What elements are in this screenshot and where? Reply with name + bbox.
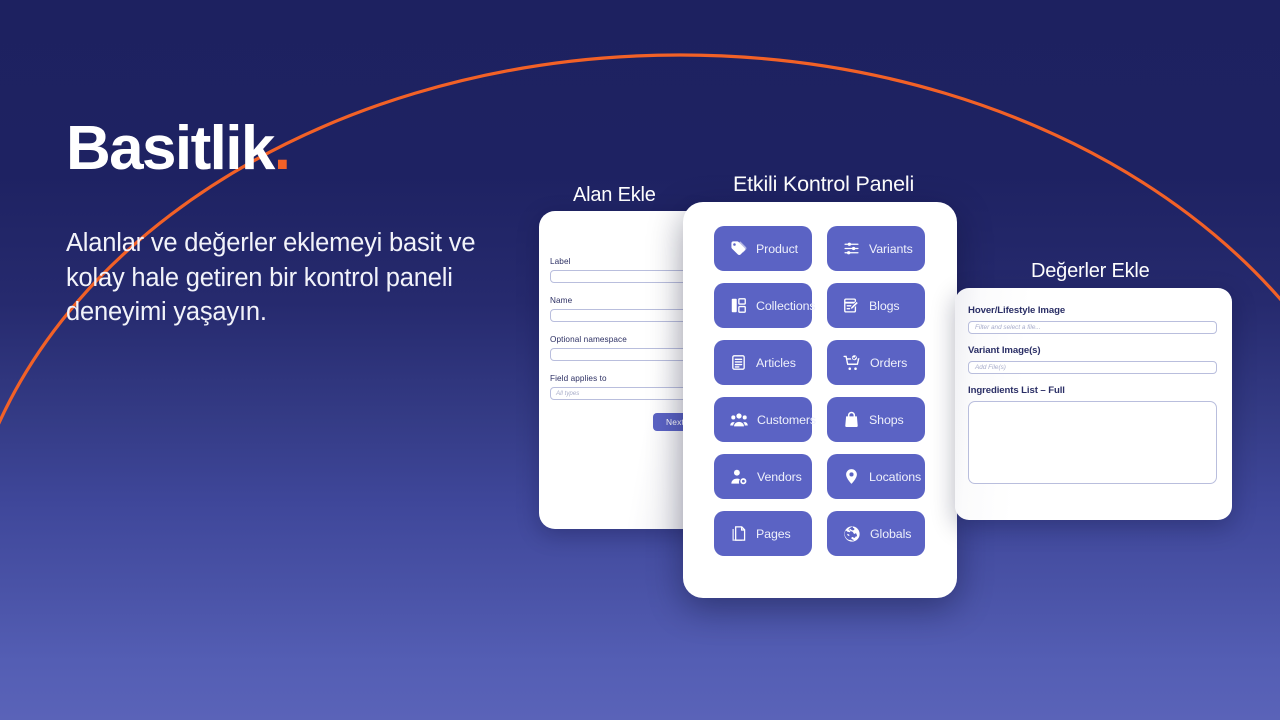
applies-to-select[interactable]: All types: [550, 387, 697, 400]
field-label: Optional namespace: [550, 335, 627, 344]
tile-label: Customers: [757, 412, 817, 427]
control-panel-card: Product Variants Collections Blogs Artic…: [683, 202, 957, 598]
tile-label: Vendors: [757, 469, 802, 484]
pages-icon: [730, 525, 747, 542]
hero-tagline: Alanlar ve değerler eklemeyi basit ve ko…: [66, 229, 476, 327]
tile-shops[interactable]: Shops: [827, 397, 925, 442]
person-gear-icon: [730, 468, 748, 486]
tile-pages[interactable]: Pages: [714, 511, 812, 556]
brand-name: Basitlik: [66, 114, 275, 183]
field-group-applies-to: Field applies to All types: [550, 374, 697, 400]
variant-images-placeholder: Add File(s): [975, 364, 1006, 371]
ingredients-textarea[interactable]: [968, 401, 1217, 484]
namespace-input[interactable]: [550, 348, 697, 361]
tile-label: Articles: [756, 355, 796, 370]
center-card-title: Etkili Kontrol Paneli: [733, 172, 915, 196]
field-group-label: Label: [550, 257, 697, 283]
tile-label: Globals: [870, 526, 912, 541]
hover-image-input[interactable]: Filter and select a file...: [968, 321, 1217, 334]
tile-product[interactable]: Product: [714, 226, 812, 271]
tile-locations[interactable]: Locations: [827, 454, 925, 499]
right-card-title: Değerler Ekle: [1031, 260, 1150, 282]
brand-logo: Basitlik.: [66, 118, 536, 180]
field-label: Hover/Lifestyle Image: [968, 305, 1066, 316]
hover-image-placeholder: Filter and select a file...: [975, 324, 1041, 331]
tile-articles[interactable]: Articles: [714, 340, 812, 385]
field-label: Variant Image(s): [968, 345, 1041, 356]
field-label: Name: [550, 296, 573, 305]
tile-label: Collections: [756, 298, 816, 313]
globe-icon: [843, 525, 861, 543]
field-group-hover-image: Hover/Lifestyle Image Filter and select …: [968, 305, 1217, 334]
field-label: Ingredients List – Full: [968, 385, 1065, 396]
name-input[interactable]: [550, 309, 697, 322]
cart-check-icon: [843, 353, 861, 372]
tile-blogs[interactable]: Blogs: [827, 283, 925, 328]
field-group-name: Name: [550, 296, 697, 322]
field-group-namespace: Optional namespace: [550, 335, 697, 361]
field-label: Label: [550, 257, 571, 266]
note-edit-icon: [843, 297, 860, 314]
grid-blocks-icon: [730, 297, 747, 314]
people-icon: [730, 411, 748, 429]
applies-to-placeholder: All types: [556, 390, 580, 397]
tile-globals[interactable]: Globals: [827, 511, 925, 556]
tile-collections[interactable]: Collections: [714, 283, 816, 328]
tile-label: Blogs: [869, 298, 900, 313]
tile-vendors[interactable]: Vendors: [714, 454, 812, 499]
tile-label: Shops: [869, 412, 904, 427]
tag-icon: [730, 240, 747, 257]
document-lines-icon: [730, 354, 747, 371]
tile-orders[interactable]: Orders: [827, 340, 925, 385]
field-group-variant-images: Variant Image(s) Add File(s): [968, 345, 1217, 374]
shopping-bag-icon: [843, 411, 860, 428]
tile-label: Variants: [869, 241, 913, 256]
left-card-actions: Next: [550, 413, 697, 431]
label-input[interactable]: [550, 270, 697, 283]
map-pin-icon: [843, 468, 860, 485]
tile-label: Pages: [756, 526, 791, 541]
hero-text-block: Basitlik. Alanlar ve değerler eklemeyi b…: [66, 118, 536, 330]
resource-tile-grid: Product Variants Collections Blogs Artic…: [714, 226, 925, 556]
tile-label: Locations: [869, 469, 922, 484]
tile-label: Product: [756, 241, 799, 256]
tile-label: Orders: [870, 355, 908, 370]
add-values-card: Hover/Lifestyle Image Filter and select …: [955, 288, 1232, 520]
brand-dot: .: [273, 114, 291, 183]
left-card-title: Alan Ekle: [573, 184, 656, 206]
tile-variants[interactable]: Variants: [827, 226, 925, 271]
field-label: Field applies to: [550, 374, 607, 383]
field-group-ingredients: Ingredients List – Full: [968, 385, 1217, 484]
variant-images-input[interactable]: Add File(s): [968, 361, 1217, 374]
sliders-icon: [843, 240, 860, 257]
tile-customers[interactable]: Customers: [714, 397, 816, 442]
